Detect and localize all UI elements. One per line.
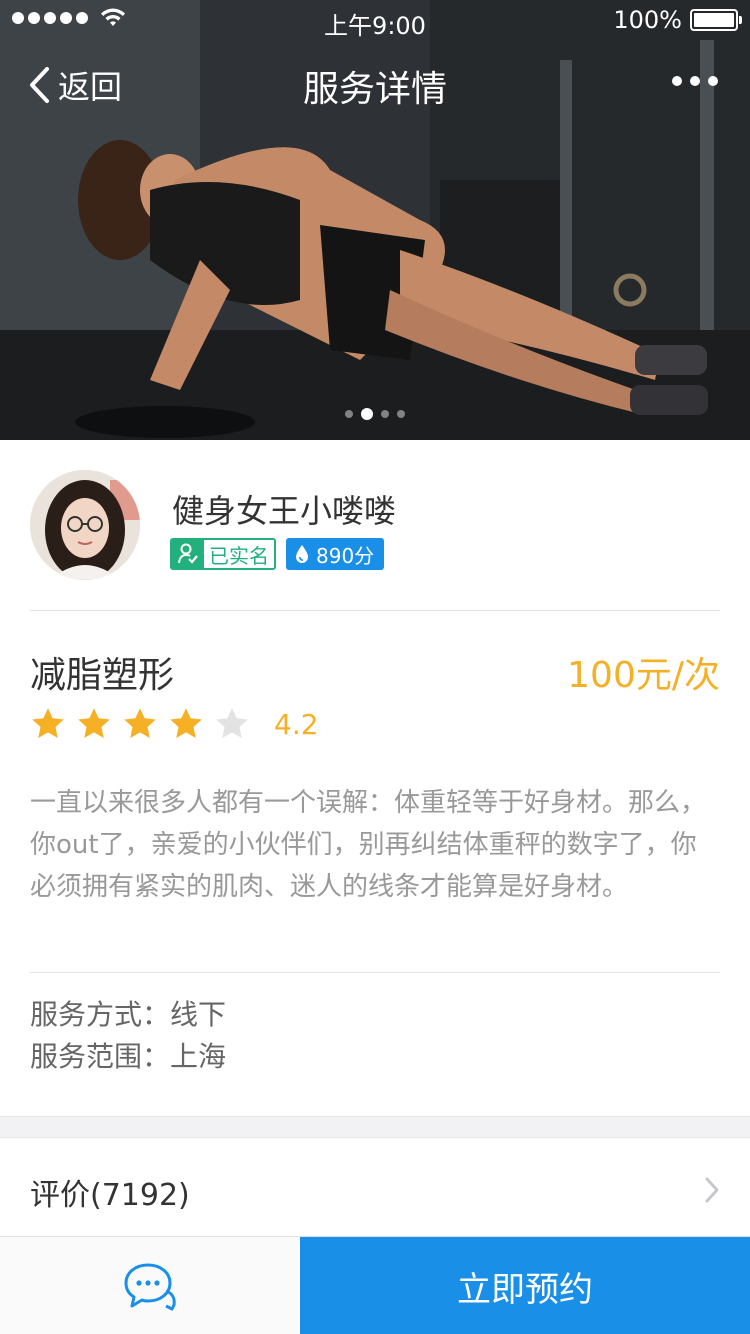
divider	[30, 972, 720, 973]
service-title: 减脂塑形	[30, 655, 175, 696]
divider	[30, 610, 720, 611]
drop-icon	[296, 545, 308, 563]
carousel-dot[interactable]	[397, 410, 405, 418]
verified-label: 已实名	[209, 543, 269, 568]
more-dot-icon	[672, 76, 682, 86]
rating: 4.2	[30, 706, 319, 742]
nav-bar: 返回 服务详情	[0, 50, 750, 120]
carousel-dot-active[interactable]	[361, 408, 373, 420]
bottom-action-bar: 立即预约	[0, 1236, 750, 1334]
service-description: 一直以来很多人都有一个误解：体重轻等于好身材。那么，你out了，亲爱的小伙伴们，…	[30, 788, 707, 902]
service-price: 100元/次	[567, 655, 720, 696]
avatar[interactable]	[30, 470, 140, 580]
more-dot-icon	[708, 76, 718, 86]
service-area: 服务范围：上海	[30, 1040, 227, 1073]
chat-bubble-icon	[124, 1263, 176, 1311]
reviews-row[interactable]: 评价(7192)	[0, 1138, 750, 1236]
avatar-image	[30, 470, 140, 580]
star-filled-icon	[32, 708, 64, 738]
book-now-button[interactable]: 立即预约	[300, 1237, 750, 1334]
carousel-indicator	[0, 408, 750, 420]
carousel-dot[interactable]	[381, 410, 389, 418]
rating-value: 4.2	[274, 707, 319, 741]
provider-name: 健身女王小喽喽	[172, 492, 397, 530]
status-bar: 上午9:00 100%	[0, 0, 750, 40]
service-info: 服务方式：线下 服务范围：上海	[30, 994, 226, 1078]
battery-percent: 100%	[613, 6, 682, 34]
carousel-dot[interactable]	[345, 410, 353, 418]
more-options-button[interactable]	[672, 76, 718, 86]
provider-profile: 健身女王小喽喽 已实名 890分	[30, 470, 720, 610]
chevron-right-icon	[705, 1177, 719, 1203]
reviews-label: 评价(7192)	[30, 1178, 190, 1213]
battery-icon	[690, 9, 742, 31]
star-filled-icon	[170, 708, 202, 738]
chat-button[interactable]	[0, 1237, 300, 1334]
service-mode: 服务方式：线下	[30, 998, 227, 1031]
page-title: 服务详情	[302, 69, 447, 110]
user-verified-icon	[178, 543, 198, 564]
score-label: 890分	[316, 543, 375, 568]
more-dot-icon	[690, 76, 700, 86]
hero-banner[interactable]: 上午9:00 100% 返回 服务详情	[0, 0, 750, 440]
star-filled-icon	[78, 708, 110, 738]
score-badge: 890分	[286, 538, 385, 570]
star-empty-icon	[216, 708, 248, 738]
section-gap	[0, 1116, 750, 1138]
star-filled-icon	[124, 708, 156, 738]
verified-badge: 已实名	[170, 538, 276, 570]
